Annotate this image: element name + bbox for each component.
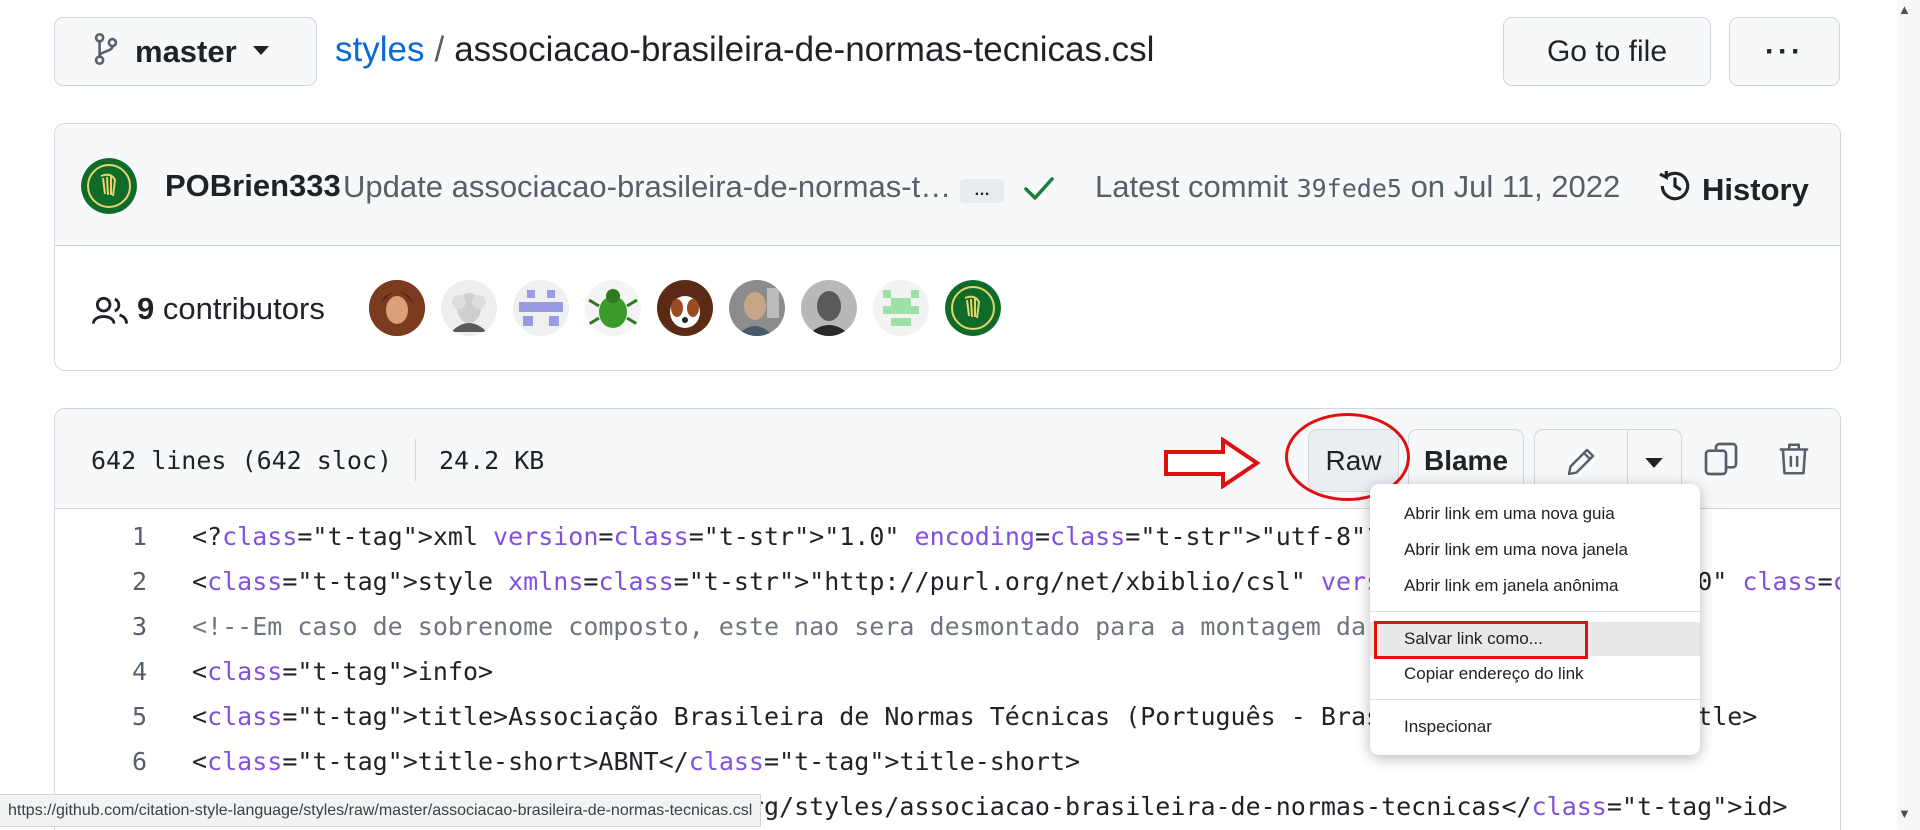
line-number[interactable]: 3 bbox=[95, 612, 147, 641]
contributors-label: contributors bbox=[162, 291, 325, 326]
avatar[interactable] bbox=[729, 280, 785, 336]
scroll-down-icon[interactable]: ▼ bbox=[1898, 806, 1911, 821]
expand-commit-button[interactable]: … bbox=[960, 179, 1004, 203]
line-number[interactable]: 5 bbox=[95, 702, 147, 731]
avatar[interactable] bbox=[873, 280, 929, 336]
avatar[interactable] bbox=[585, 280, 641, 336]
avatar[interactable] bbox=[801, 280, 857, 336]
context-menu: Abrir link em uma nova guia Abrir link e… bbox=[1370, 484, 1700, 755]
breadcrumb: styles / associacao-brasileira-de-normas-t… bbox=[335, 30, 1154, 70]
menu-item-open-new-tab[interactable]: Abrir link em uma nova guia bbox=[1370, 499, 1700, 529]
pencil-icon[interactable] bbox=[1563, 444, 1599, 485]
commit-author[interactable]: POBrien333 bbox=[165, 168, 341, 204]
contributors-count: 9 bbox=[137, 291, 155, 326]
file-size: 24.2 KB bbox=[439, 446, 545, 475]
branch-name: master bbox=[135, 33, 237, 69]
code-text: <class="t-tag">info> bbox=[192, 657, 494, 686]
avatar[interactable] bbox=[657, 280, 713, 336]
menu-item-inspect[interactable]: Inspecionar bbox=[1370, 712, 1700, 742]
avatar[interactable] bbox=[441, 280, 497, 336]
people-icon bbox=[91, 295, 129, 332]
check-icon[interactable] bbox=[1023, 174, 1055, 207]
arrow-right-icon bbox=[1163, 436, 1261, 494]
menu-separator bbox=[1370, 699, 1700, 700]
commit-date: on Jul 11, 2022 bbox=[1410, 169, 1621, 204]
trash-icon[interactable] bbox=[1775, 439, 1813, 484]
line-number[interactable]: 4 bbox=[95, 657, 147, 686]
avatar[interactable] bbox=[369, 280, 425, 336]
history-label: History bbox=[1702, 172, 1809, 207]
repo-link[interactable]: styles bbox=[335, 30, 424, 69]
line-number[interactable]: 1 bbox=[95, 522, 147, 551]
breadcrumb-separator: / bbox=[434, 30, 445, 69]
edit-button-group bbox=[1534, 429, 1682, 492]
copy-icon[interactable] bbox=[1701, 439, 1741, 484]
divider bbox=[1627, 430, 1628, 491]
avatar[interactable] bbox=[945, 280, 1001, 336]
menu-item-copy-link-address[interactable]: Copiar endereço do link bbox=[1370, 659, 1700, 689]
go-to-file-button[interactable]: Go to file bbox=[1503, 17, 1711, 86]
file-line-count: 642 lines (642 sloc) bbox=[91, 446, 393, 475]
code-text: <?class="t-tag">xml version=class="t-str… bbox=[192, 522, 1397, 551]
commit-message[interactable]: Update associacao-brasileira-de-normas-t… bbox=[343, 169, 951, 205]
latest-commit-row: POBrien333 Update associacao-brasileira-… bbox=[55, 124, 1840, 246]
more-options-button[interactable]: ··· bbox=[1729, 17, 1840, 86]
line-number[interactable]: 2 bbox=[95, 567, 147, 596]
file-name: associacao-brasileira-de-normas-tecnicas… bbox=[454, 30, 1155, 69]
avatar[interactable] bbox=[513, 280, 569, 336]
menu-item-open-new-window[interactable]: Abrir link em uma nova janela bbox=[1370, 535, 1700, 565]
history-icon bbox=[1656, 167, 1694, 213]
scrollbar[interactable] bbox=[1897, 0, 1920, 830]
caret-down-icon[interactable] bbox=[1645, 456, 1663, 474]
blame-button[interactable]: Blame bbox=[1408, 429, 1524, 492]
divider bbox=[415, 439, 416, 481]
annotation-box bbox=[1374, 621, 1588, 659]
line-number[interactable]: 6 bbox=[95, 747, 147, 776]
commit-sha[interactable]: 39fede5 bbox=[1297, 174, 1402, 203]
avatar[interactable] bbox=[81, 158, 137, 214]
menu-separator bbox=[1370, 611, 1700, 612]
commit-box: POBrien333 Update associacao-brasileira-… bbox=[54, 123, 1841, 371]
caret-down-icon bbox=[252, 43, 269, 61]
contributors-link[interactable]: 9 contributors bbox=[137, 291, 325, 327]
contributors-row: 9 contributors bbox=[55, 247, 1840, 370]
branch-icon bbox=[93, 32, 119, 70]
scroll-up-icon[interactable]: ▲ bbox=[1898, 2, 1911, 17]
latest-commit-info: Latest commit 39fede5 on Jul 11, 2022 bbox=[1095, 169, 1620, 205]
branch-select-button[interactable]: master bbox=[54, 17, 317, 86]
menu-item-open-incognito[interactable]: Abrir link em janela anônima bbox=[1370, 571, 1700, 601]
history-link[interactable]: History bbox=[1656, 167, 1809, 213]
latest-commit-label: Latest commit bbox=[1095, 169, 1288, 204]
status-bar-url: https://github.com/citation-style-langua… bbox=[0, 794, 762, 827]
code-text: <class="t-tag">title-short>ABNT</class="… bbox=[192, 747, 1081, 776]
